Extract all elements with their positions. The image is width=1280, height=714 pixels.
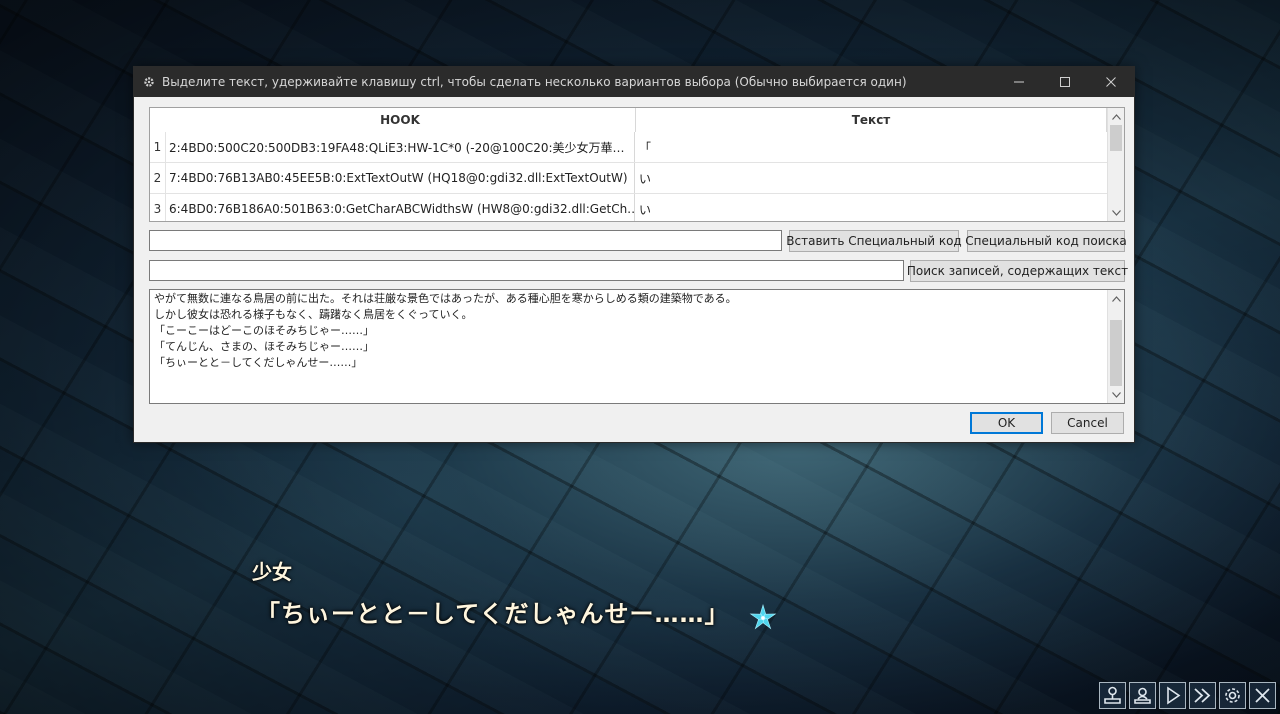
close-window-button[interactable] <box>1088 67 1134 97</box>
settings-button[interactable] <box>1219 682 1246 709</box>
play-button[interactable] <box>1159 682 1186 709</box>
fast-forward-button[interactable] <box>1189 682 1216 709</box>
special-code-input[interactable] <box>149 230 782 251</box>
minimize-button[interactable] <box>996 67 1042 97</box>
text-cell[interactable]: 「 <box>635 132 1105 162</box>
table-row[interactable]: 2 7:4BD0:76B13AB0:45EE5B:0:ExtTextOutW (… <box>150 163 1124 194</box>
table-row[interactable]: 3 6:4BD0:76B186A0:501B63:0:GetCharABCWid… <box>150 194 1124 221</box>
dialog-titlebar[interactable]: Выделите текст, удерживайте клавишу ctrl… <box>134 67 1134 97</box>
maximize-button[interactable] <box>1042 67 1088 97</box>
scroll-up-button[interactable] <box>1108 290 1124 307</box>
text-cell[interactable]: い <box>635 163 1105 193</box>
cancel-button[interactable]: Cancel <box>1051 412 1124 434</box>
insert-special-code-button[interactable]: Вставить Специальный код <box>786 230 962 252</box>
table-row[interactable]: 1 2:4BD0:500C20:500DB3:19FA48:QLiE3:HW-1… <box>150 132 1124 163</box>
scroll-thumb[interactable] <box>1110 125 1122 151</box>
scroll-up-button[interactable] <box>1108 108 1124 125</box>
maximize-icon <box>1060 77 1070 87</box>
close-game-button[interactable] <box>1249 682 1276 709</box>
gear-icon <box>144 77 154 87</box>
text-column-header[interactable]: Текст <box>636 108 1107 132</box>
hook-column-header[interactable]: HOOK <box>165 108 636 132</box>
chevron-down-icon <box>1111 391 1121 398</box>
load-button[interactable] <box>1129 682 1156 709</box>
hook-cell[interactable]: 6:4BD0:76B186A0:501B63:0:GetCharABCWidth… <box>165 194 635 221</box>
preview-scrollbar[interactable] <box>1107 290 1124 403</box>
speaker-name: 少女 <box>252 560 292 584</box>
hook-select-dialog: Выделите текст, удерживайте клавишу ctrl… <box>133 66 1135 443</box>
load-icon <box>1134 687 1151 704</box>
search-special-code-button[interactable]: Специальный код поиска <box>965 230 1127 252</box>
settings-icon <box>1225 688 1240 703</box>
search-records-button[interactable]: Поиск записей, содержащих текст <box>907 260 1128 282</box>
table-header: HOOK Текст <box>150 108 1124 132</box>
play-icon <box>1167 686 1181 705</box>
continue-sparkle-icon <box>749 603 777 630</box>
row-number: 3 <box>153 202 162 216</box>
save-icon <box>1104 686 1121 704</box>
row-number: 2 <box>153 171 162 185</box>
chevron-up-icon <box>1111 113 1121 120</box>
window-controls <box>996 67 1134 97</box>
close-icon <box>1255 688 1270 703</box>
preview-line: やがて無数に連なる鳥居の前に出た。それは荘厳な景色ではあったが、ある種心胆を寒か… <box>154 292 737 305</box>
preview-line: 「てんじん、さまの、ほそみちじゃー……」 <box>154 340 374 353</box>
fast-forward-icon <box>1194 688 1211 703</box>
scroll-down-button[interactable] <box>1108 386 1124 403</box>
table-scrollbar[interactable] <box>1107 108 1124 221</box>
game-controls <box>1099 682 1276 709</box>
row-number: 1 <box>153 140 162 154</box>
close-icon <box>1106 77 1116 87</box>
search-text-input[interactable] <box>149 260 904 281</box>
text-cell[interactable]: い <box>635 194 1105 221</box>
scroll-thumb[interactable] <box>1110 320 1122 386</box>
dialogue-text[interactable]: 「ちぃーとと－してくだしゃんせー……」 <box>256 594 730 629</box>
ok-button[interactable]: OK <box>970 412 1043 434</box>
chevron-up-icon <box>1111 295 1121 302</box>
preview-line: 「ちぃーとと－してくだしゃんせー……」 <box>154 356 363 369</box>
minimize-icon <box>1014 81 1024 83</box>
hook-table: HOOK Текст 1 2:4BD0:500C20:500DB3:19FA48… <box>149 107 1125 222</box>
hook-cell[interactable]: 2:4BD0:500C20:500DB3:19FA48:QLiE3:HW-1C*… <box>165 132 635 162</box>
preview-line: 「こーこーはどーこのほそみちじゃー……」 <box>154 324 374 337</box>
preview-line: しかし彼女は恐れる様子もなく、躊躇なく鳥居をくぐっていく。 <box>154 308 473 321</box>
dialog-title: Выделите текст, удерживайте клавишу ctrl… <box>162 75 907 89</box>
save-button[interactable] <box>1099 682 1126 709</box>
hook-cell[interactable]: 7:4BD0:76B13AB0:45EE5B:0:ExtTextOutW (HQ… <box>165 163 635 193</box>
chevron-down-icon <box>1111 209 1121 216</box>
scroll-down-button[interactable] <box>1108 204 1124 221</box>
text-preview[interactable]: やがて無数に連なる鳥居の前に出た。それは荘厳な景色ではあったが、ある種心胆を寒か… <box>149 289 1125 404</box>
row-number-header <box>150 108 165 132</box>
